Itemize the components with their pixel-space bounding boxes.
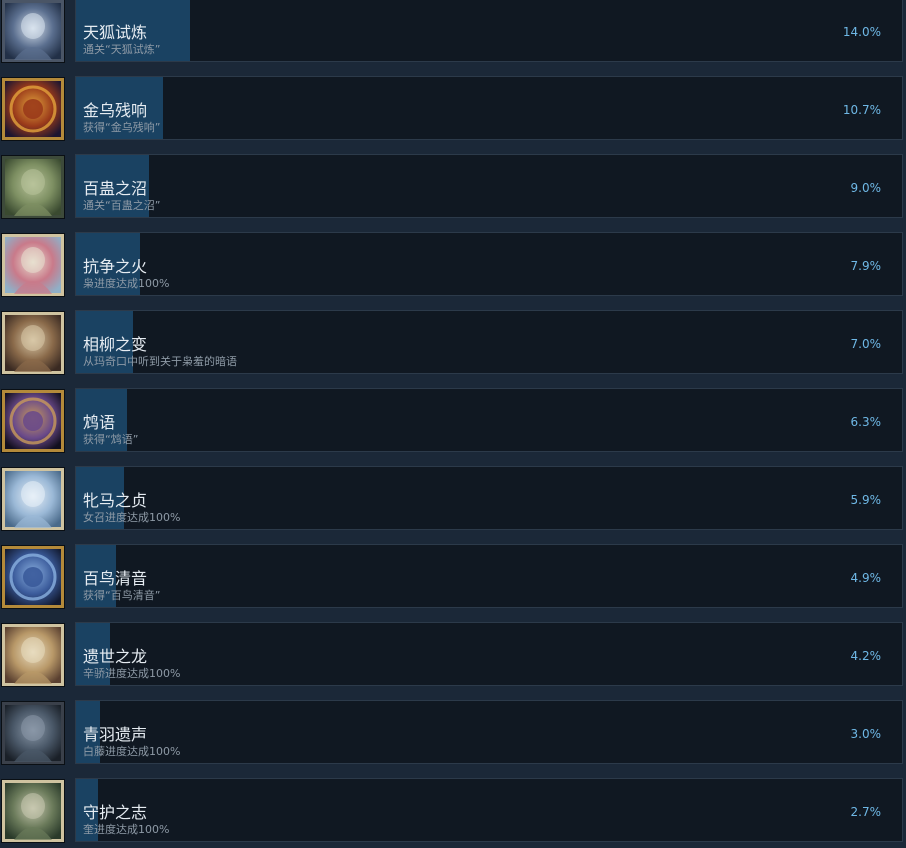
masked-boy-icon (1, 779, 65, 843)
achievement-title: 百鸟清音 (83, 569, 148, 588)
achievement-description: 获得“百鸟清音” (83, 589, 161, 602)
unlock-percentage: 3.0% (850, 727, 882, 741)
unlock-percentage: 7.0% (850, 337, 882, 351)
achievement-description: 通关“百蛊之沼” (83, 199, 161, 212)
achievement-title: 守护之志 (83, 803, 148, 822)
blue-bird-emblem-icon (1, 545, 65, 609)
ice-maiden-icon (1, 467, 65, 531)
red-haired-girl-icon (1, 233, 65, 297)
achievement-title: 鸩语 (83, 413, 116, 432)
achievement-panel: 相柳之变 从玛奇口中听到关于枭羞的暗语 7.0% (75, 310, 903, 374)
achievement-row[interactable]: 守护之志 奎进度达成100% 2.7% (0, 778, 906, 844)
achievement-panel: 守护之志 奎进度达成100% 2.7% (75, 778, 903, 842)
achievement-row[interactable]: 遗世之龙 辛骄进度达成100% 4.2% (0, 622, 906, 688)
achievement-title: 遗世之龙 (83, 647, 148, 666)
unlock-percentage: 14.0% (842, 25, 881, 39)
unlock-percentage: 9.0% (850, 181, 882, 195)
achievement-panel: 鸩语 获得“鸩语” 6.3% (75, 388, 903, 452)
achievement-description: 女召进度达成100% (83, 511, 181, 524)
achievement-panel: 遗世之龙 辛骄进度达成100% 4.2% (75, 622, 903, 686)
achievement-panel: 金乌残响 获得“金乌残响” 10.7% (75, 76, 903, 140)
achievement-row[interactable]: 抗争之火 枭进度达成100% 7.9% (0, 232, 906, 298)
achievement-description: 获得“金乌残响” (83, 121, 161, 134)
achievement-description: 枭进度达成100% (83, 277, 170, 290)
achievement-description: 从玛奇口中听到关于枭羞的暗语 (83, 355, 237, 368)
achievement-title: 天狐试炼 (83, 23, 148, 42)
unlock-percentage: 2.7% (850, 805, 882, 819)
achievement-row[interactable]: 青羽遗声 白藤进度达成100% 3.0% (0, 700, 906, 766)
unlock-percentage: 6.3% (850, 415, 882, 429)
swamp-cabbage-icon (1, 155, 65, 219)
unlock-percentage: 7.9% (850, 259, 882, 273)
achievement-panel: 青羽遗声 白藤进度达成100% 3.0% (75, 700, 903, 764)
golden-crow-emblem-icon (1, 77, 65, 141)
achievement-title: 相柳之变 (83, 335, 148, 354)
blonde-warrior-icon (1, 623, 65, 687)
achievement-panel: 天狐试炼 通关“天狐试炼” 14.0% (75, 0, 903, 62)
achievement-description: 奎进度达成100% (83, 823, 170, 836)
achievement-row[interactable]: 鸩语 获得“鸩语” 6.3% (0, 388, 906, 454)
achievement-row[interactable]: 牝马之贞 女召进度达成100% 5.9% (0, 466, 906, 532)
achievement-panel: 百蛊之沼 通关“百蛊之沼” 9.0% (75, 154, 903, 218)
achievement-title: 金乌残响 (83, 101, 148, 120)
achievement-panel: 抗争之火 枭进度达成100% 7.9% (75, 232, 903, 296)
wooden-staff-emblem-icon (1, 389, 65, 453)
achievement-title: 青羽遗声 (83, 725, 148, 744)
unlock-percentage: 4.2% (850, 649, 882, 663)
dark-cloaked-figure-icon (1, 701, 65, 765)
achievement-panel: 百鸟清音 获得“百鸟清音” 4.9% (75, 544, 903, 608)
snowy-mountain-icon (1, 0, 65, 63)
unlock-percentage: 10.7% (842, 103, 881, 117)
achievement-row[interactable]: 百蛊之沼 通关“百蛊之沼” 9.0% (0, 154, 906, 220)
achievement-row[interactable]: 百鸟清音 获得“百鸟清音” 4.9% (0, 544, 906, 610)
achievement-title: 百蛊之沼 (83, 179, 148, 198)
achievement-panel: 牝马之贞 女召进度达成100% 5.9% (75, 466, 903, 530)
achievement-title: 牝马之贞 (83, 491, 148, 510)
achievement-description: 辛骄进度达成100% (83, 667, 181, 680)
unlock-percentage: 4.9% (850, 571, 882, 585)
unlock-percentage: 5.9% (850, 493, 882, 507)
achievement-description: 获得“鸩语” (83, 433, 139, 446)
dark-haired-woman-icon (1, 311, 65, 375)
achievement-row[interactable]: 天狐试炼 通关“天狐试炼” 14.0% (0, 0, 906, 64)
achievement-row[interactable]: 相柳之变 从玛奇口中听到关于枭羞的暗语 7.0% (0, 310, 906, 376)
achievement-list: 天狐试炼 通关“天狐试炼” 14.0% 金乌残响 获得“金乌残响” 10.7% 百蛊之沼 通关… (0, 0, 906, 848)
achievement-description: 通关“天狐试炼” (83, 43, 161, 56)
achievement-title: 抗争之火 (83, 257, 148, 276)
achievement-description: 白藤进度达成100% (83, 745, 181, 758)
achievement-row[interactable]: 金乌残响 获得“金乌残响” 10.7% (0, 76, 906, 142)
